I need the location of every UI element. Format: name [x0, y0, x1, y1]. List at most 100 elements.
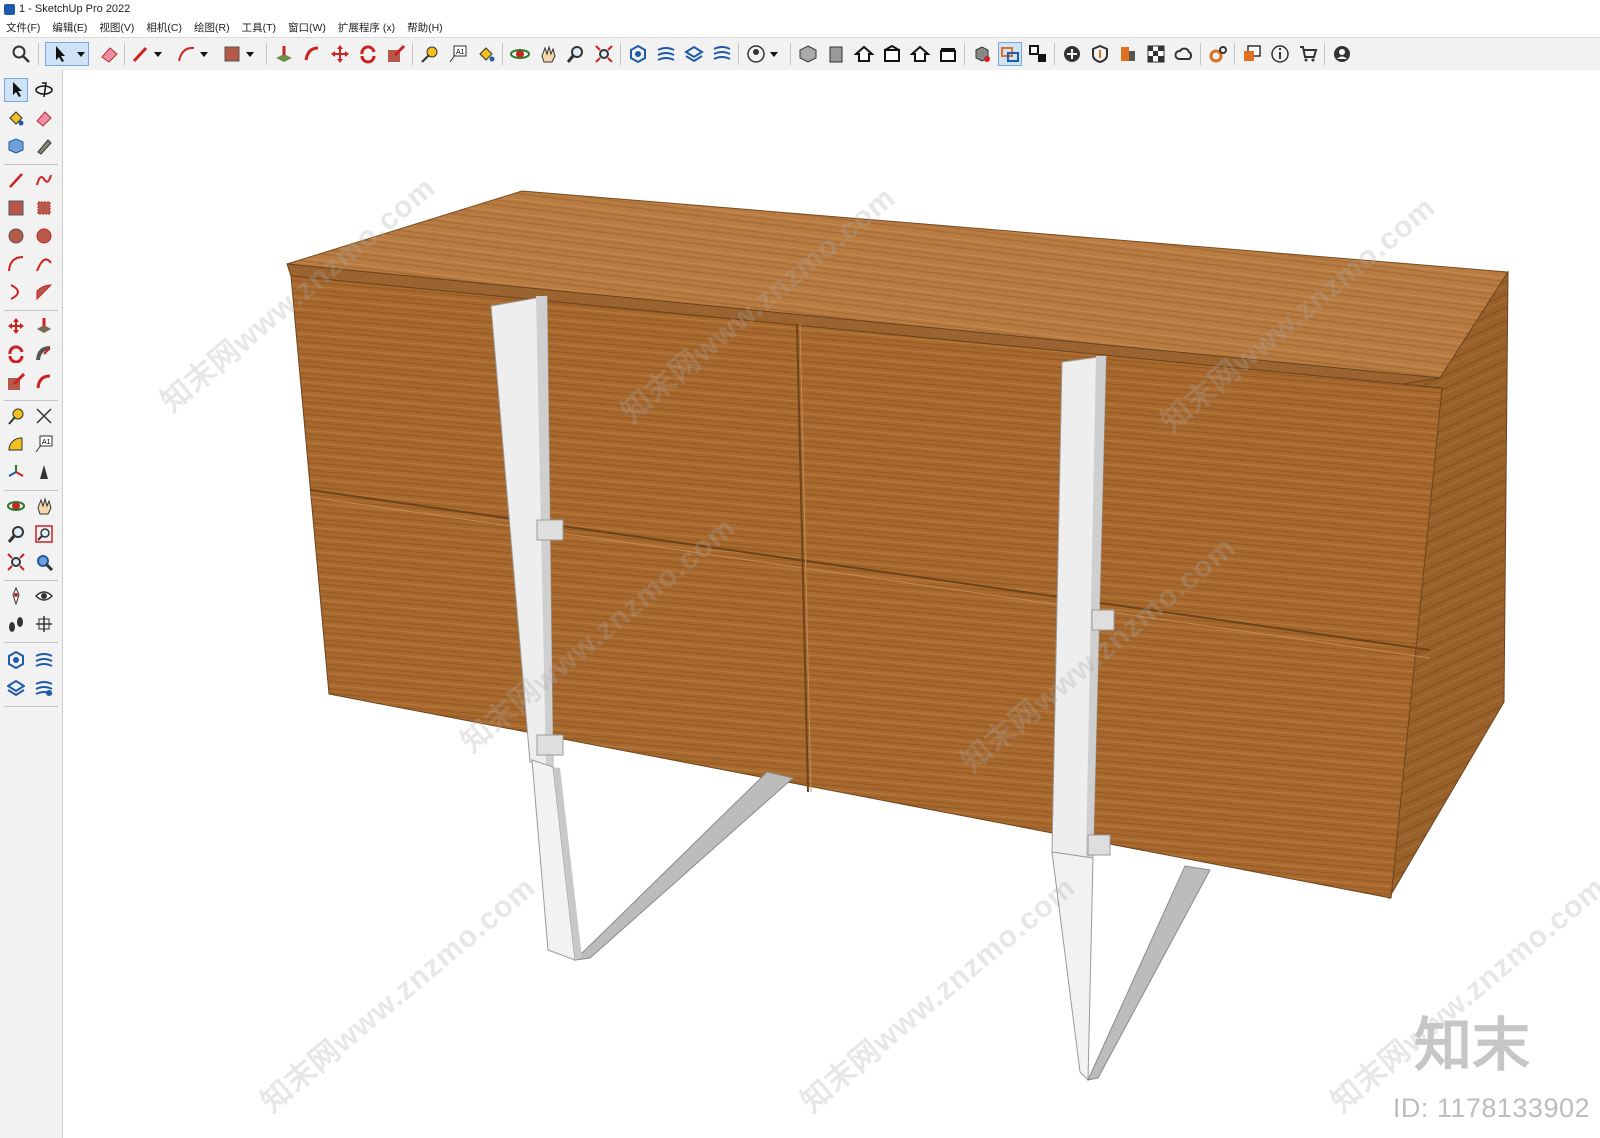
- component-icon[interactable]: [4, 134, 28, 158]
- left-toolbar: A1: [0, 70, 63, 1138]
- sandbox-icon[interactable]: [4, 648, 28, 672]
- offset-icon[interactable]: [32, 370, 56, 394]
- orbit-icon[interactable]: [32, 78, 56, 102]
- section-icon[interactable]: [1088, 42, 1112, 66]
- select-icon[interactable]: [45, 42, 89, 66]
- cart-icon[interactable]: [1296, 42, 1320, 66]
- two-point-arc-icon[interactable]: [32, 252, 56, 276]
- push-pull-icon[interactable]: [272, 42, 296, 66]
- section-plane-icon[interactable]: [32, 612, 56, 636]
- rectangle-icon[interactable]: [4, 196, 28, 220]
- cloud-icon[interactable]: [1172, 42, 1196, 66]
- left-view-icon[interactable]: [908, 42, 932, 66]
- previous-view-icon[interactable]: [32, 550, 56, 574]
- main-toolbar: A1: [0, 37, 1600, 71]
- component-icon[interactable]: [970, 42, 994, 66]
- move-icon[interactable]: [328, 42, 352, 66]
- rectangle-icon[interactable]: [220, 42, 260, 66]
- info-icon[interactable]: [1268, 42, 1292, 66]
- select-icon[interactable]: [4, 78, 28, 102]
- selected-icon[interactable]: [998, 42, 1022, 66]
- tape-measure-icon[interactable]: [418, 42, 442, 66]
- scene-icon[interactable]: [1116, 42, 1140, 66]
- model-viewport[interactable]: 知末网www.znzmo.com 知末网www.znzmo.com 知末网www…: [63, 70, 1600, 1138]
- solid-tools-icon[interactable]: [626, 42, 650, 66]
- right-view-icon[interactable]: [936, 42, 960, 66]
- dimension-icon[interactable]: [32, 404, 56, 428]
- rotated-rectangle-icon[interactable]: [32, 196, 56, 220]
- zoom-window-icon[interactable]: [32, 522, 56, 546]
- pie-icon[interactable]: [32, 280, 56, 304]
- menu-tools[interactable]: 工具(T): [236, 20, 282, 35]
- position-camera-icon[interactable]: [4, 584, 28, 608]
- pencil-icon[interactable]: [4, 168, 28, 192]
- drape-icon[interactable]: [32, 676, 56, 700]
- eraser-icon[interactable]: [97, 42, 121, 66]
- paint-bucket-icon[interactable]: [474, 42, 498, 66]
- tape-icon[interactable]: [32, 134, 56, 158]
- rotate-icon[interactable]: [356, 42, 380, 66]
- eraser-icon[interactable]: [32, 106, 56, 130]
- scale-icon[interactable]: [384, 42, 408, 66]
- layers-icon[interactable]: [710, 42, 734, 66]
- walk-icon[interactable]: [4, 612, 28, 636]
- menu-draw[interactable]: 绘图(R): [188, 20, 236, 35]
- smoove-icon[interactable]: [32, 648, 56, 672]
- axes-icon[interactable]: [4, 460, 28, 484]
- left-bracket-mid: [536, 519, 564, 541]
- add-icon[interactable]: [1060, 42, 1084, 66]
- window-icon[interactable]: [1240, 42, 1264, 66]
- zoom-icon[interactable]: [4, 522, 28, 546]
- back-view-icon[interactable]: [880, 42, 904, 66]
- iso-view-icon[interactable]: [796, 42, 820, 66]
- pencil-icon[interactable]: [128, 42, 168, 66]
- menu-file[interactable]: 文件(F): [0, 20, 46, 35]
- menu-extensions[interactable]: 扩展程序 (x): [332, 20, 401, 35]
- zoom-icon[interactable]: [564, 42, 588, 66]
- menu-view[interactable]: 视图(V): [93, 20, 140, 35]
- settings-icon[interactable]: [1206, 42, 1230, 66]
- move-icon[interactable]: [4, 314, 28, 338]
- style-icon[interactable]: [1144, 42, 1168, 66]
- dimension-icon[interactable]: [1026, 42, 1050, 66]
- circle-icon[interactable]: [4, 224, 28, 248]
- arc-icon[interactable]: [174, 42, 214, 66]
- text-icon[interactable]: A1: [446, 42, 470, 66]
- zoom-extents-icon[interactable]: [592, 42, 616, 66]
- menu-window[interactable]: 窗口(W): [282, 20, 332, 35]
- freehand-icon[interactable]: [32, 168, 56, 192]
- pan-icon[interactable]: [536, 42, 560, 66]
- follow-me-icon[interactable]: [32, 342, 56, 366]
- menu-edit[interactable]: 编辑(E): [46, 20, 93, 35]
- three-point-arc-icon[interactable]: [4, 280, 28, 304]
- orbit-icon[interactable]: [508, 42, 532, 66]
- menu-camera[interactable]: 相机(C): [140, 20, 188, 35]
- menu-help[interactable]: 帮助(H): [401, 20, 449, 35]
- account-icon[interactable]: [1330, 42, 1354, 66]
- search-icon[interactable]: [9, 42, 33, 66]
- 3d-text-icon[interactable]: [32, 460, 56, 484]
- arc-icon[interactable]: [4, 252, 28, 276]
- sketchup-app-icon: [4, 3, 15, 15]
- stamp-icon[interactable]: [4, 676, 28, 700]
- polygon-icon[interactable]: [32, 224, 56, 248]
- zoom-extents-icon[interactable]: [4, 550, 28, 574]
- home-view-icon[interactable]: [852, 42, 876, 66]
- tape-measure-icon[interactable]: [4, 404, 28, 428]
- sandbox-icon[interactable]: [654, 42, 678, 66]
- rotate-icon[interactable]: [4, 342, 28, 366]
- menu-bar: 文件(F) 编辑(E) 视图(V) 相机(C) 绘图(R) 工具(T) 窗口(W…: [0, 18, 1600, 36]
- look-around-icon[interactable]: [32, 584, 56, 608]
- scale-icon[interactable]: [4, 370, 28, 394]
- push-pull-icon[interactable]: [32, 314, 56, 338]
- follow-me-icon[interactable]: [300, 42, 324, 66]
- svg-text:A1: A1: [42, 439, 51, 446]
- orbit2-icon[interactable]: [4, 494, 28, 518]
- text-icon[interactable]: A1: [32, 432, 56, 456]
- user-icon[interactable]: [744, 42, 784, 66]
- protractor-icon[interactable]: [4, 432, 28, 456]
- pan-icon[interactable]: [32, 494, 56, 518]
- paint-bucket-icon[interactable]: [4, 106, 28, 130]
- warehouse-icon[interactable]: [682, 42, 706, 66]
- front-view-icon[interactable]: [824, 42, 848, 66]
